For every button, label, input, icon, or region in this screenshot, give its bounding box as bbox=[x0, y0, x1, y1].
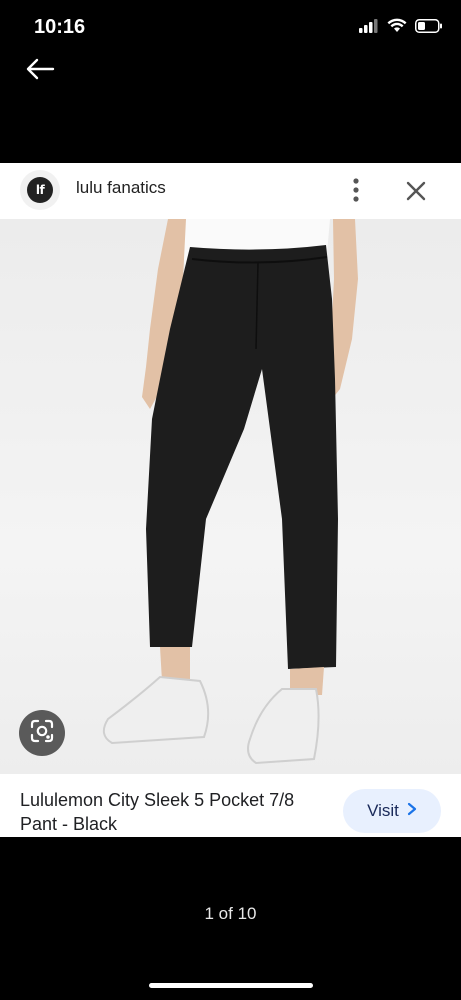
source-logo-mark: lf bbox=[27, 177, 53, 203]
close-button[interactable] bbox=[402, 177, 430, 205]
visit-label: Visit bbox=[367, 801, 399, 820]
lens-search-button[interactable] bbox=[19, 710, 65, 756]
more-vertical-icon bbox=[344, 178, 368, 211]
google-lens-icon bbox=[29, 718, 55, 749]
product-info-bar: Lululemon City Sleek 5 Pocket 7/8 Pant -… bbox=[0, 774, 461, 837]
visit-button[interactable]: Visit bbox=[343, 789, 441, 833]
more-options-button[interactable] bbox=[344, 175, 368, 207]
source-logo[interactable]: lf bbox=[20, 170, 60, 210]
signal-icon bbox=[359, 18, 379, 38]
close-icon bbox=[402, 181, 430, 209]
battery-icon bbox=[415, 18, 443, 38]
status-time: 10:16 bbox=[34, 16, 86, 38]
wifi-icon bbox=[387, 18, 407, 38]
back-button[interactable] bbox=[22, 52, 58, 88]
status-bar: 10:16 bbox=[0, 0, 461, 56]
page-indicator: 1 of 10 bbox=[204, 904, 257, 923]
source-name[interactable]: lulu fanatics bbox=[76, 178, 166, 198]
product-image[interactable] bbox=[0, 219, 461, 774]
status-icons bbox=[359, 18, 443, 38]
product-title[interactable]: Lululemon City Sleek 5 Pocket 7/8 Pant -… bbox=[20, 788, 320, 836]
home-indicator[interactable] bbox=[149, 983, 313, 988]
arrow-left-icon bbox=[22, 58, 58, 92]
chevron-right-icon bbox=[407, 801, 417, 821]
pants-photo bbox=[102, 219, 358, 765]
source-bar: lf lulu fanatics bbox=[0, 163, 461, 219]
